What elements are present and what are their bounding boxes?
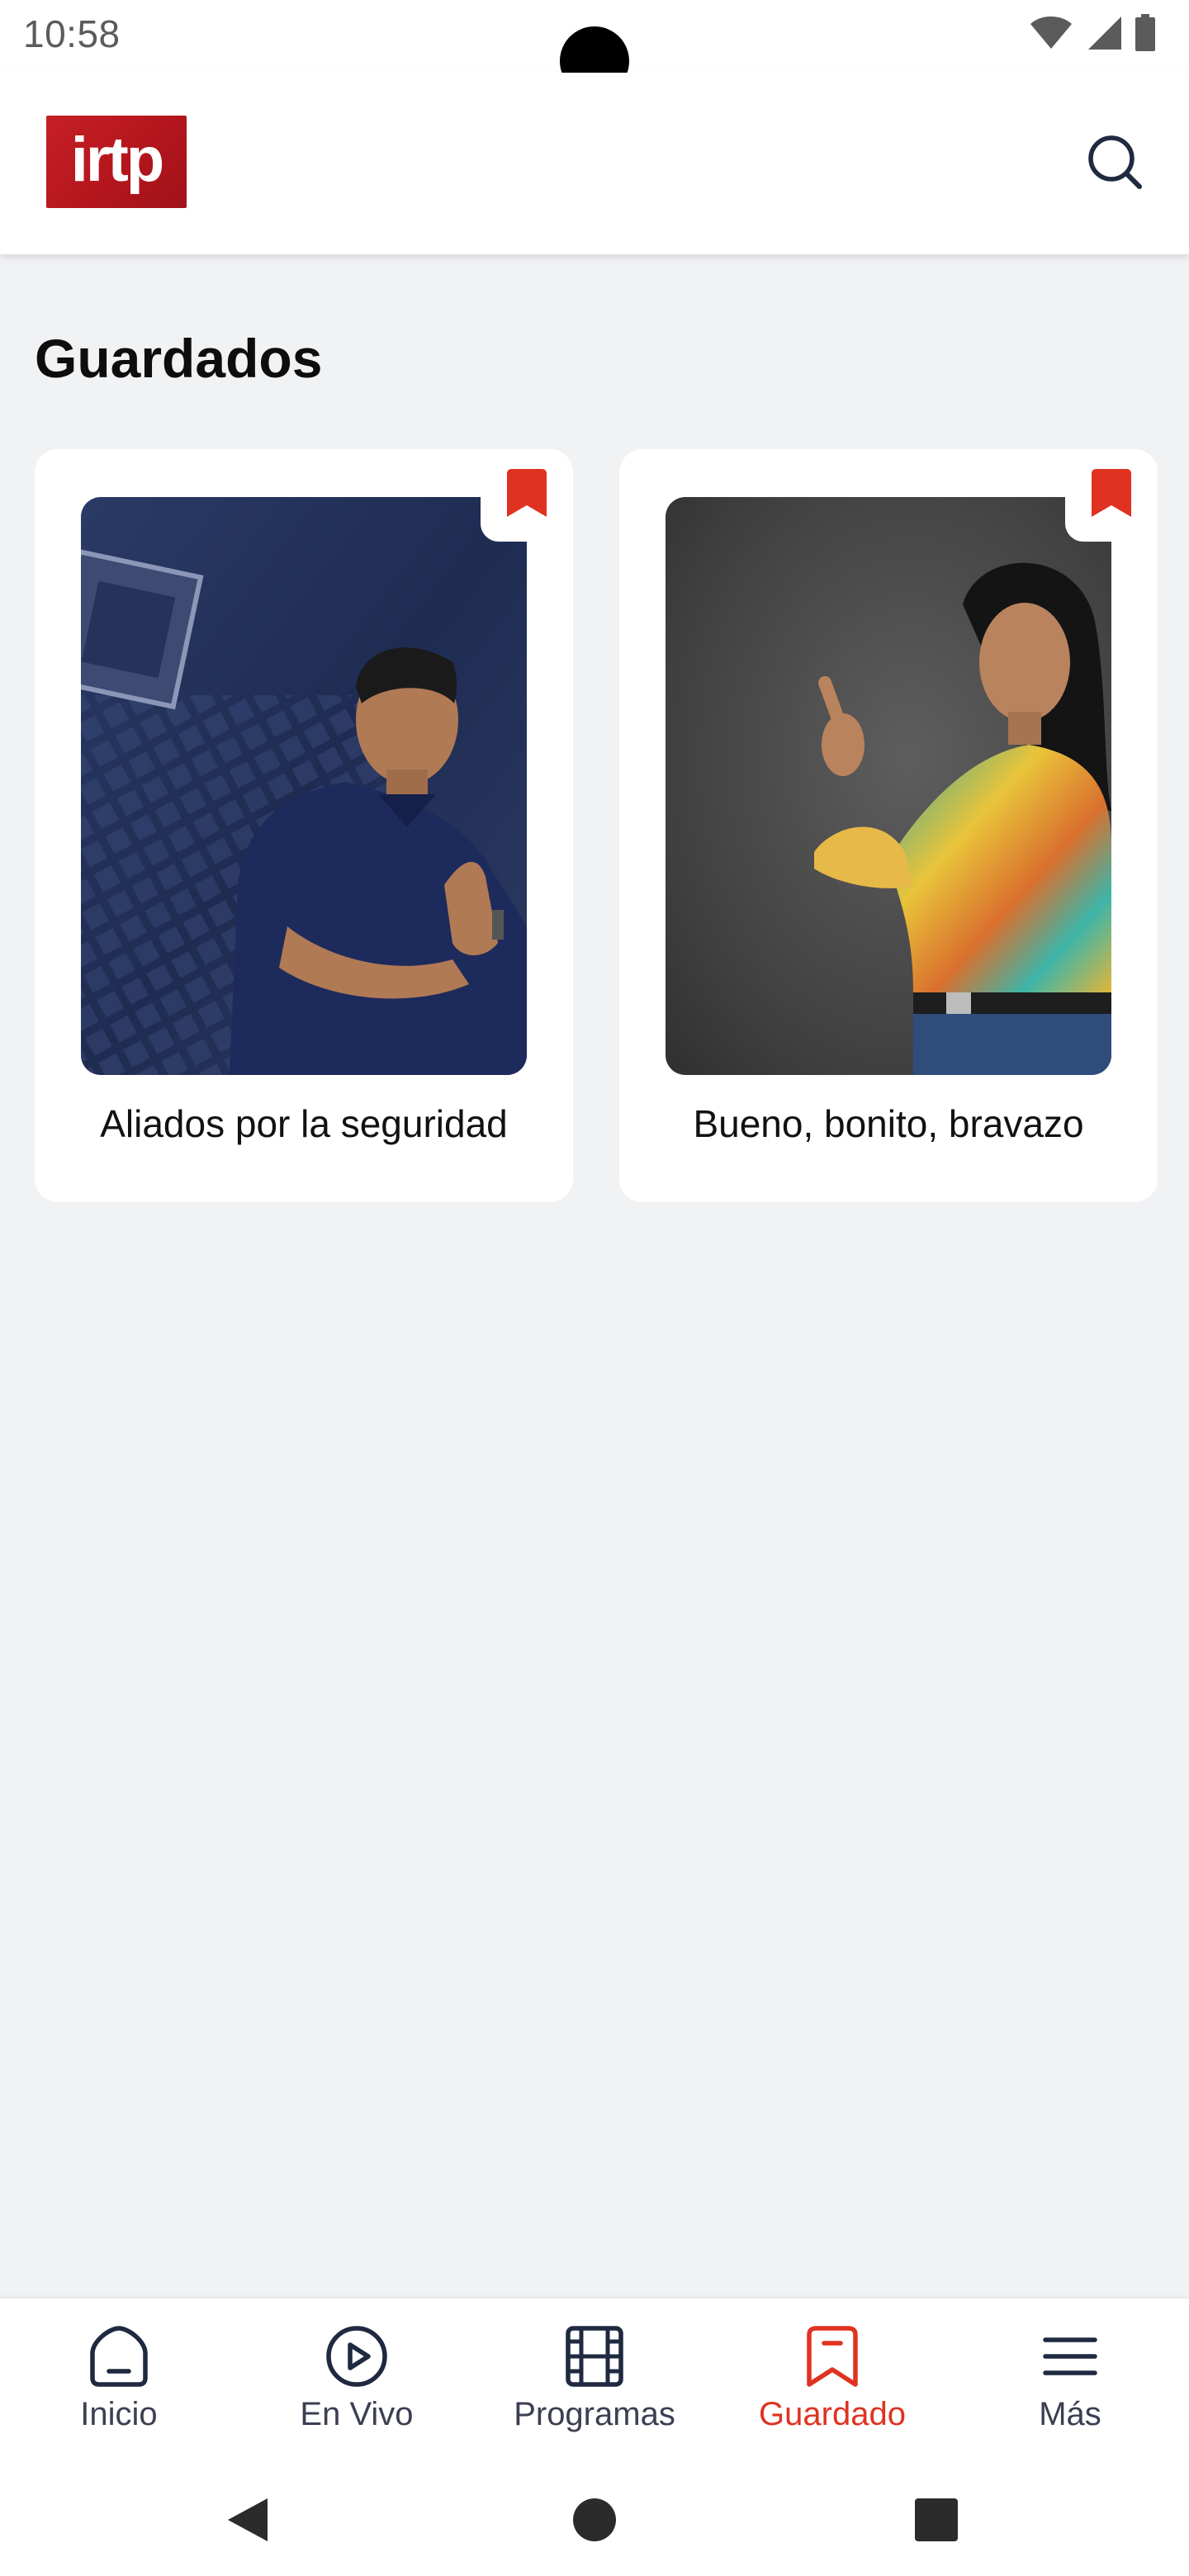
nav-item-en-vivo[interactable]: En Vivo (238, 2299, 476, 2455)
bookmark-toggle[interactable] (1065, 449, 1158, 542)
status-bar: 10:58 (0, 0, 1189, 96)
wifi-icon (1029, 16, 1073, 54)
bookmark-icon (798, 2322, 867, 2391)
card-title: Bueno, bonito, bravazo (693, 1102, 1084, 1145)
bookmark-toggle[interactable] (481, 449, 573, 542)
card-thumbnail (666, 497, 1111, 1075)
nav-label: Inicio (80, 2396, 158, 2432)
home-icon (84, 2322, 154, 2391)
status-time: 10:58 (23, 12, 121, 55)
system-back-button[interactable] (218, 2492, 277, 2551)
back-icon (223, 2495, 272, 2549)
bookmark-filled-icon (1087, 467, 1136, 524)
saved-card[interactable]: Aliados por la seguridad (35, 449, 573, 1202)
bottom-nav-items: Inicio En Vivo Programas Guardado Más (0, 2299, 1189, 2455)
nav-label: Guardado (759, 2396, 906, 2432)
nav-label: Más (1039, 2396, 1101, 2432)
play-circle-icon (322, 2322, 391, 2391)
bookmark-filled-icon (502, 467, 552, 524)
nav-label: Programas (514, 2396, 675, 2432)
card-title: Aliados por la seguridad (100, 1102, 508, 1145)
cellular-signal-icon (1085, 15, 1123, 55)
bottom-navigation: Inicio En Vivo Programas Guardado Más (0, 2299, 1189, 2576)
recents-icon (913, 2497, 959, 2547)
nav-item-mas[interactable]: Más (951, 2299, 1189, 2455)
system-navigation-bar (0, 2480, 1189, 2576)
menu-icon (1035, 2322, 1105, 2391)
search-icon (1085, 132, 1144, 196)
irtp-logo[interactable]: irtp (46, 116, 187, 208)
home-circle-icon (571, 2497, 618, 2547)
film-strip-icon (560, 2322, 629, 2391)
page-title: Guardados (35, 328, 323, 389)
nav-item-guardado[interactable]: Guardado (713, 2299, 951, 2455)
search-button[interactable] (1080, 129, 1149, 198)
battery-icon (1135, 13, 1156, 56)
card-thumbnail (81, 497, 527, 1075)
nav-item-programas[interactable]: Programas (476, 2299, 713, 2455)
saved-card[interactable]: Bueno, bonito, bravazo (619, 449, 1158, 1202)
system-home-button[interactable] (565, 2492, 624, 2551)
app-header: irtp (0, 73, 1189, 254)
nav-item-inicio[interactable]: Inicio (0, 2299, 238, 2455)
status-icons (1029, 13, 1156, 56)
logo-text: irtp (70, 124, 164, 195)
nav-label: En Vivo (300, 2396, 414, 2432)
system-recents-button[interactable] (907, 2492, 966, 2551)
